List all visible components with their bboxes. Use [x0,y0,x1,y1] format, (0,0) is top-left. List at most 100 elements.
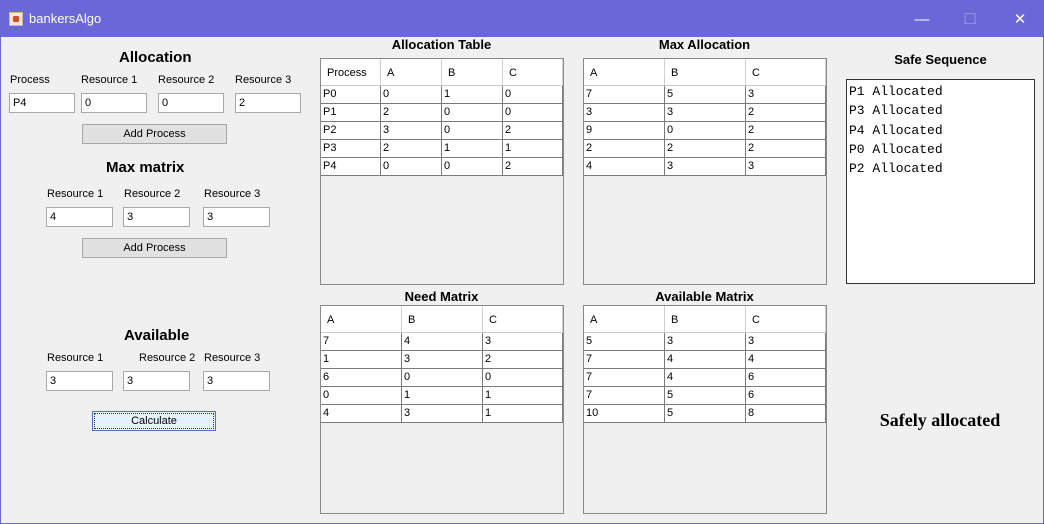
table-row[interactable]: P1 2 0 0 [321,104,563,122]
table-cell[interactable]: P4 [321,158,381,175]
column-header[interactable]: B [402,306,483,332]
close-button[interactable]: ✕ [997,1,1043,37]
table-cell[interactable]: 3 [746,158,826,175]
process-input[interactable]: P4 [9,93,75,113]
table-cell[interactable]: 3 [746,333,826,350]
avail-resource-1-input[interactable]: 3 [46,371,113,391]
table-cell[interactable]: 5 [665,405,746,422]
title-bar[interactable]: bankersAlgo — ☐ ✕ [1,1,1043,37]
minimize-button[interactable]: — [899,1,945,37]
column-header[interactable]: C [746,306,826,332]
table-cell[interactable]: 10 [584,405,665,422]
table-cell[interactable]: 5 [584,333,665,350]
table-row[interactable]: P0 0 1 0 [321,86,563,104]
table-cell[interactable]: 0 [483,369,563,386]
table-cell[interactable]: P1 [321,104,381,121]
add-process-max-button[interactable]: Add Process [82,238,227,258]
table-row[interactable]: 902 [584,122,826,140]
table-cell[interactable]: 0 [442,122,503,139]
table-cell[interactable]: 7 [584,351,665,368]
max-resource-3-input[interactable]: 3 [203,207,270,227]
table-cell[interactable]: 2 [746,122,826,139]
table-row[interactable]: P3 2 1 1 [321,140,563,158]
column-header[interactable]: C [503,59,563,85]
table-row[interactable]: P2 3 0 2 [321,122,563,140]
table-row[interactable]: 600 [321,369,563,387]
table-cell[interactable]: 7 [584,369,665,386]
need-matrix-table[interactable]: ABC743132600011431 [320,305,564,514]
table-row[interactable]: 753 [584,86,826,104]
table-cell[interactable]: 2 [584,140,665,157]
table-cell[interactable]: 4 [746,351,826,368]
table-row[interactable]: 011 [321,387,563,405]
table-cell[interactable]: 8 [746,405,826,422]
table-cell[interactable]: 4 [321,405,402,422]
table-cell[interactable]: 3 [402,405,483,422]
table-cell[interactable]: 4 [584,158,665,175]
avail-resource-3-input[interactable]: 3 [203,371,270,391]
table-cell[interactable]: P2 [321,122,381,139]
calculate-button[interactable]: Calculate [92,411,216,431]
table-cell[interactable]: 3 [665,158,746,175]
table-cell[interactable]: 2 [746,104,826,121]
available-matrix-table[interactable]: A B C 5 3 3 7 4 4 7 4 6 7 5 6 10 5 8 [583,305,827,514]
column-header[interactable]: A [321,306,402,332]
table-cell[interactable]: 0 [402,369,483,386]
table-row[interactable]: 433 [584,158,826,176]
table-cell[interactable]: 0 [442,104,503,121]
table-cell[interactable]: 2 [483,351,563,368]
column-header[interactable]: A [381,59,442,85]
table-row[interactable]: 332 [584,104,826,122]
table-cell[interactable]: 1 [442,86,503,103]
table-row[interactable]: 746 [584,369,826,387]
max-allocation-table[interactable]: ABC753332902222433 [583,58,827,285]
allocation-table[interactable]: Process A B C P0 0 1 0 P1 2 0 0 P2 3 0 2 P3 2 1 1 P4 0 0 2 [320,58,564,285]
table-cell[interactable]: 0 [665,122,746,139]
table-row[interactable]: 431 [321,405,563,423]
table-row[interactable]: P4 0 0 2 [321,158,563,176]
max-resource-1-input[interactable]: 4 [46,207,113,227]
table-cell[interactable]: 6 [746,369,826,386]
table-cell[interactable]: 2 [746,140,826,157]
table-cell[interactable]: 5 [665,86,746,103]
table-cell[interactable]: 1 [483,405,563,422]
table-cell[interactable]: 0 [503,86,563,103]
alloc-resource-3-input[interactable]: 2 [235,93,301,113]
table-cell[interactable]: 3 [665,333,746,350]
table-cell[interactable]: 1 [483,387,563,404]
table-cell[interactable]: 0 [381,158,442,175]
column-header[interactable]: Process [321,59,381,85]
table-row[interactable]: 756 [584,387,826,405]
table-row[interactable]: 533 [584,333,826,351]
column-header[interactable]: A [584,59,665,85]
table-cell[interactable]: 2 [381,104,442,121]
table-cell[interactable]: 5 [665,387,746,404]
table-cell[interactable]: 3 [402,351,483,368]
table-cell[interactable]: 2 [665,140,746,157]
table-cell[interactable]: 3 [381,122,442,139]
alloc-resource-1-input[interactable]: 0 [81,93,147,113]
table-row[interactable]: 132 [321,351,563,369]
table-cell[interactable]: P0 [321,86,381,103]
add-process-allocation-button[interactable]: Add Process [82,124,227,144]
table-cell[interactable]: P3 [321,140,381,157]
table-cell[interactable]: 1 [321,351,402,368]
table-cell[interactable]: 3 [746,86,826,103]
table-cell[interactable]: 3 [665,104,746,121]
table-cell[interactable]: 3 [584,104,665,121]
table-cell[interactable]: 2 [503,122,563,139]
column-header[interactable]: A [584,306,665,332]
table-cell[interactable]: 0 [381,86,442,103]
table-cell[interactable]: 0 [503,104,563,121]
table-row[interactable]: 744 [584,351,826,369]
table-cell[interactable]: 1 [442,140,503,157]
table-cell[interactable]: 7 [321,333,402,350]
table-cell[interactable]: 9 [584,122,665,139]
table-row[interactable]: 743 [321,333,563,351]
table-cell[interactable]: 0 [442,158,503,175]
table-cell[interactable]: 6 [746,387,826,404]
table-cell[interactable]: 4 [402,333,483,350]
table-cell[interactable]: 7 [584,387,665,404]
safe-sequence-textarea[interactable]: P1 Allocated P3 Allocated P4 Allocated P… [846,79,1035,284]
table-cell[interactable]: 4 [665,351,746,368]
